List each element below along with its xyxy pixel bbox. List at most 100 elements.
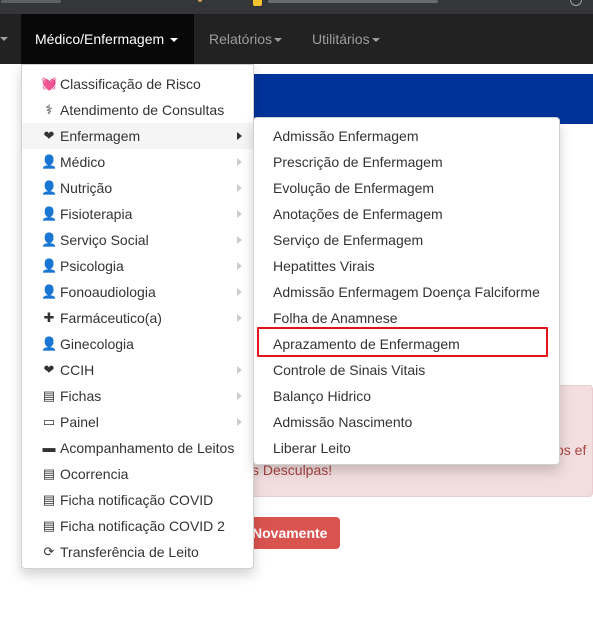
browser-menu-icon[interactable]	[570, 0, 582, 6]
menu-item[interactable]: ▤ Fichas	[22, 383, 253, 409]
menu-item[interactable]: ⟳ Transferência de Leito	[22, 539, 253, 565]
nav-item-previous[interactable]	[0, 14, 12, 64]
nav-item-medico-enfermagem[interactable]: Médico/Enfermagem	[21, 14, 194, 64]
chevron-right-icon	[237, 184, 242, 192]
dropdown-menu-medico-enfermagem: 💓 Classificação de Risco ⚕ Atendimento de C…	[21, 64, 254, 569]
user-md-icon: 👤	[41, 180, 58, 195]
chevron-right-icon	[237, 418, 242, 426]
menu-item[interactable]: 👤 Fisioterapia	[22, 201, 253, 227]
highlight-annotation	[257, 327, 548, 357]
chevron-right-icon	[237, 366, 242, 374]
menu-item[interactable]: 👤 Serviço Social	[22, 227, 253, 253]
menu-item[interactable]: 👤 Nutrição	[22, 175, 253, 201]
tab-fragment	[1, 0, 61, 3]
nav-item-label: Médico/Enfermagem	[35, 31, 165, 47]
menu-item[interactable]: ❤ Enfermagem	[22, 123, 253, 149]
heart-icon: ❤	[43, 362, 55, 377]
menu-item-label: Nutrição	[60, 180, 113, 196]
chevron-right-icon	[237, 314, 242, 322]
menu-item-label: Fisioterapia	[60, 206, 133, 222]
menu-item[interactable]: ✚ Farmáceutico(a)	[22, 305, 253, 331]
desktop-icon: ▭	[42, 414, 56, 429]
user-md-icon: 👤	[41, 232, 58, 247]
menu-item[interactable]: 👤 Fonoaudiologia	[22, 279, 253, 305]
submenu-enfermagem: Admissão Enfermagem Prescrição de Enferma…	[253, 117, 560, 465]
menu-item-label: Ficha notificação COVID	[60, 492, 214, 508]
menu-item-label: Serviço Social	[60, 232, 149, 248]
caret-down-icon	[371, 38, 380, 43]
browser-tab-strip	[0, 0, 593, 14]
menu-item[interactable]: ▤ Ficha notificação COVID	[22, 487, 253, 513]
submenu-item[interactable]: Admissão Nascimento	[254, 409, 559, 435]
menu-item-label: Ficha notificação COVID 2	[60, 518, 225, 534]
menu-item[interactable]: ▤ Ficha notificação COVID 2	[22, 513, 253, 539]
alert-text-fragment: os ef	[556, 442, 587, 458]
list-alt-icon: ▤	[42, 492, 56, 507]
submenu-item[interactable]: Prescrição de Enfermagem	[254, 149, 559, 175]
menu-item[interactable]: 👤 Médico	[22, 149, 253, 175]
menu-item[interactable]: ❤ CCIH	[22, 357, 253, 383]
menu-item[interactable]: 💓 Classificação de Risco	[22, 71, 253, 97]
submenu-item[interactable]: Anotações de Enfermagem	[254, 201, 559, 227]
submenu-item[interactable]: Controle de Sinais Vitais	[254, 357, 559, 383]
menu-item[interactable]: ▤ Ocorrencia	[22, 461, 253, 487]
user-md-icon: 👤	[41, 154, 58, 169]
caret-down-icon	[0, 37, 8, 41]
heart-icon: ❤	[43, 128, 55, 143]
chevron-right-icon	[237, 262, 242, 270]
list-alt-icon: ▤	[42, 518, 56, 533]
chevron-right-icon	[237, 210, 242, 218]
menu-item-label: Médico	[60, 154, 106, 170]
chevron-right-icon	[237, 158, 242, 166]
user-md-icon: 👤	[41, 336, 58, 351]
menu-item-label: Ginecologia	[60, 336, 134, 352]
menu-item-label: Farmáceutico(a)	[60, 310, 162, 326]
top-navbar: Médico/Enfermagem Relatórios Utilitários	[0, 14, 593, 64]
chevron-right-icon	[237, 132, 242, 140]
bookmark-icon	[253, 0, 262, 6]
caret-down-icon	[274, 38, 283, 43]
chevron-right-icon	[237, 392, 242, 400]
chevron-right-icon	[237, 236, 242, 244]
heartbeat-icon: 💓	[41, 76, 58, 91]
user-md-icon: 👤	[41, 258, 58, 273]
submenu-item[interactable]: Admissão Enfermagem	[254, 123, 559, 149]
menu-item-label: Transferência de Leito	[60, 544, 199, 560]
medkit-icon: ✚	[43, 310, 55, 325]
menu-item-label: Fichas	[60, 388, 102, 404]
menu-item[interactable]: ⚕ Atendimento de Consultas	[22, 97, 253, 123]
menu-item-label: Ocorrencia	[60, 466, 129, 482]
list-alt-icon: ▤	[42, 466, 56, 481]
submenu-item[interactable]: Evolução de Enfermagem	[254, 175, 559, 201]
menu-item[interactable]: 👤 Psicologia	[22, 253, 253, 279]
refresh-icon: ⟳	[43, 544, 55, 559]
list-alt-icon: ▤	[42, 388, 56, 403]
menu-item-label: Classificação de Risco	[60, 76, 201, 92]
bed-icon: ▬	[42, 440, 56, 455]
submenu-item[interactable]: Balanço Hidrico	[254, 383, 559, 409]
submenu-item[interactable]: Admissão Enfermagem Doença Falciforme	[254, 279, 559, 305]
submenu-item[interactable]: Liberar Leito	[254, 435, 559, 461]
stethoscope-icon: ⚕	[45, 102, 53, 117]
address-text-fragment	[268, 0, 438, 3]
menu-item-label: Atendimento de Consultas	[60, 102, 225, 118]
nav-item-utilitarios[interactable]: Utilitários	[312, 14, 380, 64]
submenu-item[interactable]: Serviço de Enfermagem	[254, 227, 559, 253]
submenu-item[interactable]: Hepatittes Virais	[254, 253, 559, 279]
nav-item-relatorios[interactable]: Relatórios	[209, 14, 283, 64]
favicon-fragment	[198, 0, 202, 2]
user-md-icon: 👤	[41, 206, 58, 221]
menu-item-label: Painel	[60, 414, 99, 430]
menu-item-label: Enfermagem	[60, 128, 141, 144]
menu-item-label: Fonoaudiologia	[60, 284, 156, 300]
nav-item-label: Relatórios	[209, 31, 273, 47]
menu-item[interactable]: ▬ Acompanhamento de Leitos	[22, 435, 253, 461]
menu-item[interactable]: ▭ Painel	[22, 409, 253, 435]
nav-item-label: Utilitários	[312, 31, 370, 47]
menu-item-label: Acompanhamento de Leitos	[60, 440, 235, 456]
menu-item-label: Psicologia	[60, 258, 124, 274]
chevron-right-icon	[237, 288, 242, 296]
menu-item[interactable]: 👤 Ginecologia	[22, 331, 253, 357]
user-md-icon: 👤	[41, 284, 58, 299]
menu-item-label: CCIH	[60, 362, 95, 378]
